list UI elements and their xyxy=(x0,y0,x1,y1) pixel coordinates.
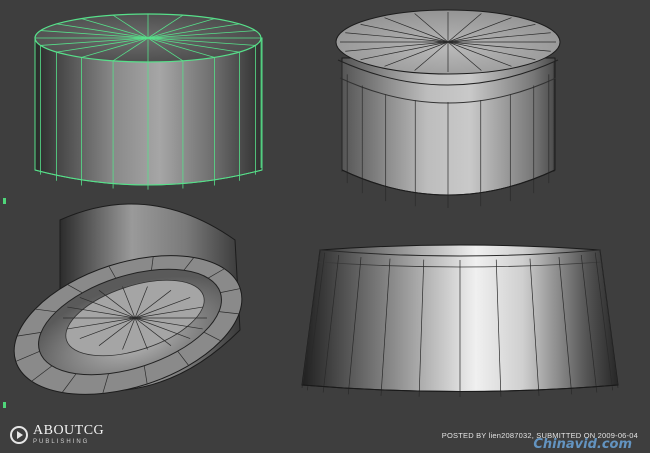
3d-viewport[interactable] xyxy=(0,0,650,453)
watermark: Chinavid.com xyxy=(533,437,632,452)
play-logo-icon xyxy=(10,425,28,444)
axis-marker-icon xyxy=(3,402,6,408)
brand-subtitle: PUBLISHING xyxy=(33,439,90,445)
cylinder-wireframe-selected[interactable] xyxy=(34,13,263,190)
axis-marker-icon xyxy=(3,198,6,204)
tapered-cylinder[interactable] xyxy=(301,244,619,397)
brand-name: ABOUTCG xyxy=(33,423,105,438)
aboutcg-logo: ABOUTCG PUBLISHING xyxy=(10,424,104,445)
beveled-cylinder[interactable] xyxy=(335,9,561,208)
